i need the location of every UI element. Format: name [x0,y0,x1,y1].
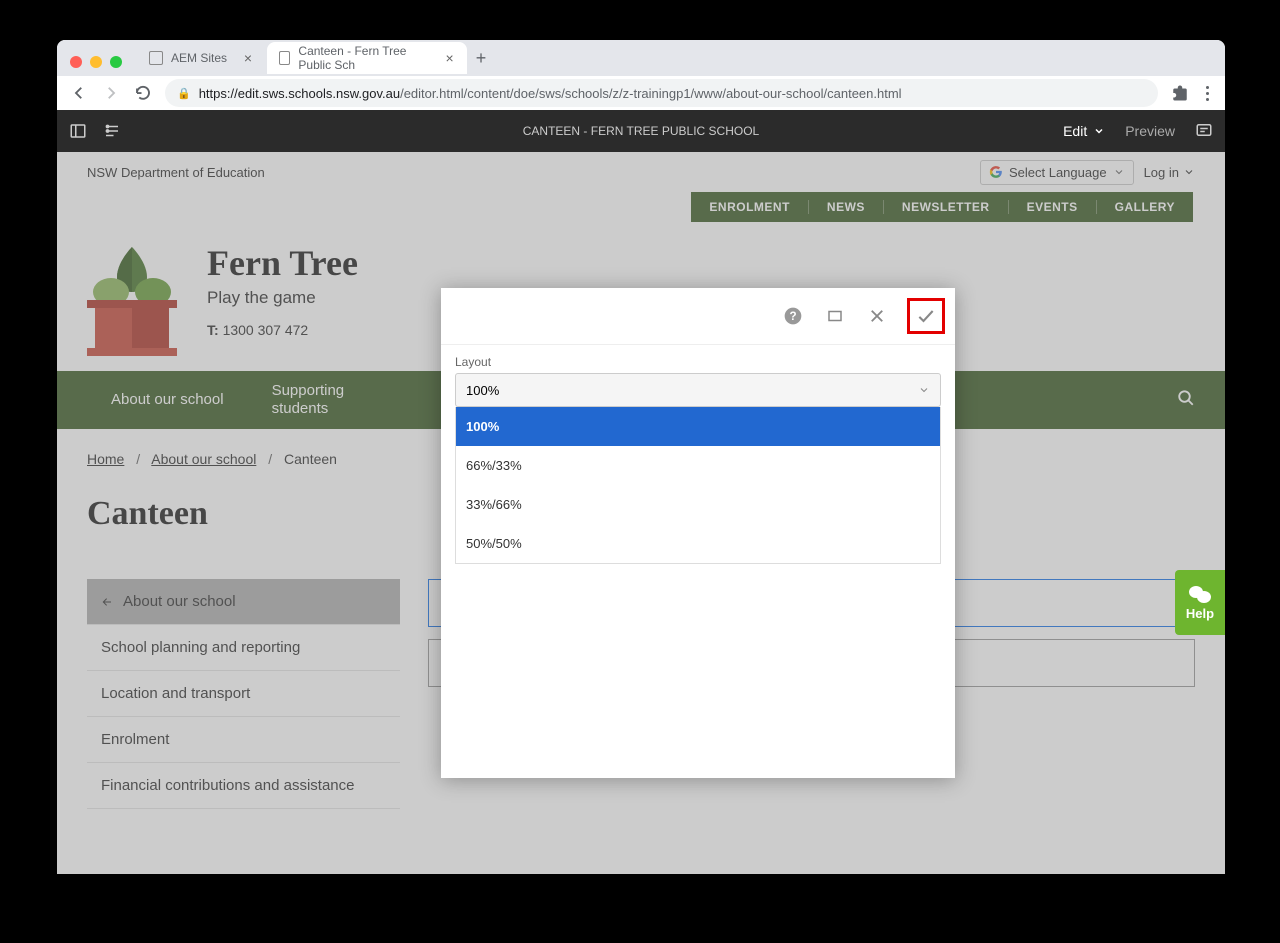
side-nav-financial[interactable]: Financial contributions and assistance [87,763,400,809]
arrow-left-icon [101,596,113,608]
school-tagline: Play the game [207,288,358,308]
layout-select[interactable]: 100% [455,373,941,407]
help-button[interactable]: Help [1175,570,1225,635]
url-domain: https://edit.sws.schools.nsw.gov.au [199,86,400,101]
minimize-window[interactable] [90,56,102,68]
side-nav-enrolment[interactable]: Enrolment [87,717,400,763]
layout-dialog: ? Layout 100% 100% 66%/33% 33%/66% 50% [441,288,955,778]
close-icon[interactable]: × [241,51,255,65]
tabs-row: AEM Sites × Canteen - Fern Tree Public S… [57,40,1225,76]
aem-editor-bar: CANTEEN - FERN TREE PUBLIC SCHOOL Edit P… [57,110,1225,152]
tab-label: Canteen - Fern Tree Public Sch [298,44,430,72]
preview-button[interactable]: Preview [1125,123,1175,139]
breadcrumb-about[interactable]: About our school [151,451,256,467]
url-bar[interactable]: 🔒 https://edit.sws.schools.nsw.gov.au/ed… [165,79,1158,107]
forward-button[interactable] [101,83,121,103]
chrome-header: AEM Sites × Canteen - Fern Tree Public S… [57,40,1225,110]
window-controls [70,56,122,68]
lock-icon: 🔒 [177,87,191,100]
school-title: Fern Tree [207,242,358,284]
annotate-icon[interactable] [1195,121,1213,142]
page-info-icon[interactable] [103,122,121,140]
nav-gallery[interactable]: GALLERY [1097,200,1193,214]
nav-newsletter[interactable]: NEWSLETTER [884,200,1009,214]
close-window[interactable] [70,56,82,68]
fullscreen-icon[interactable] [823,304,847,328]
new-tab-button[interactable]: + [467,44,495,72]
option-100[interactable]: 100% [456,407,940,446]
browser-window: AEM Sites × Canteen - Fern Tree Public S… [57,40,1225,874]
tab-aem-sites[interactable]: AEM Sites × [137,42,267,74]
phone: T: 1300 307 472 [207,322,358,338]
tab-label: AEM Sites [171,51,227,65]
help-icon[interactable]: ? [781,304,805,328]
url-path: /editor.html/content/doe/sws/schools/z/z… [400,86,901,101]
option-50-50[interactable]: 50%/50% [456,524,940,563]
side-nav-planning[interactable]: School planning and reporting [87,625,400,671]
side-nav: About our school School planning and rep… [87,579,400,809]
confirm-button[interactable] [907,298,945,334]
option-33-66[interactable]: 33%/66% [456,485,940,524]
side-nav-about[interactable]: About our school [87,579,400,625]
breadcrumb-home[interactable]: Home [87,451,124,467]
option-66-33[interactable]: 66%/33% [456,446,940,485]
google-icon [989,165,1003,179]
nav-events[interactable]: EVENTS [1009,200,1097,214]
utility-nav: ENROLMENT NEWS NEWSLETTER EVENTS GALLERY [691,192,1193,222]
breadcrumb-current: Canteen [284,451,337,467]
side-panel-icon[interactable] [69,122,87,140]
nav-supporting[interactable]: Supportingstudents [248,382,369,418]
close-icon[interactable] [865,304,889,328]
chat-icon [1188,584,1212,604]
tab-canteen[interactable]: Canteen - Fern Tree Public Sch × [267,42,467,74]
url-row: 🔒 https://edit.sws.schools.nsw.gov.au/ed… [57,76,1225,110]
browser-menu[interactable] [1202,86,1213,101]
page-icon [149,51,163,65]
extension-icon[interactable] [1170,83,1190,103]
nav-about[interactable]: About our school [87,391,248,409]
svg-text:?: ? [789,310,796,323]
page-title-bar: CANTEEN - FERN TREE PUBLIC SCHOOL [57,124,1225,138]
page-icon [279,51,290,65]
layout-options: 100% 66%/33% 33%/66% 50%/50% [455,407,941,564]
login-link[interactable]: Log in [1144,165,1195,180]
side-nav-location[interactable]: Location and transport [87,671,400,717]
layout-label: Layout [455,355,941,369]
nav-enrolment[interactable]: ENROLMENT [691,200,809,214]
search-icon[interactable] [1177,389,1195,412]
school-logo [87,242,177,357]
close-icon[interactable]: × [444,51,455,65]
chevron-down-icon [1183,166,1195,178]
edit-mode-select[interactable]: Edit [1063,123,1105,139]
back-button[interactable] [69,83,89,103]
chevron-down-icon [1113,166,1125,178]
dept-label: NSW Department of Education [87,165,265,180]
maximize-window[interactable] [110,56,122,68]
nav-news[interactable]: NEWS [809,200,884,214]
dialog-header: ? [441,288,955,345]
chevron-down-icon [918,384,930,396]
reload-button[interactable] [133,83,153,103]
language-select[interactable]: Select Language [980,160,1134,185]
